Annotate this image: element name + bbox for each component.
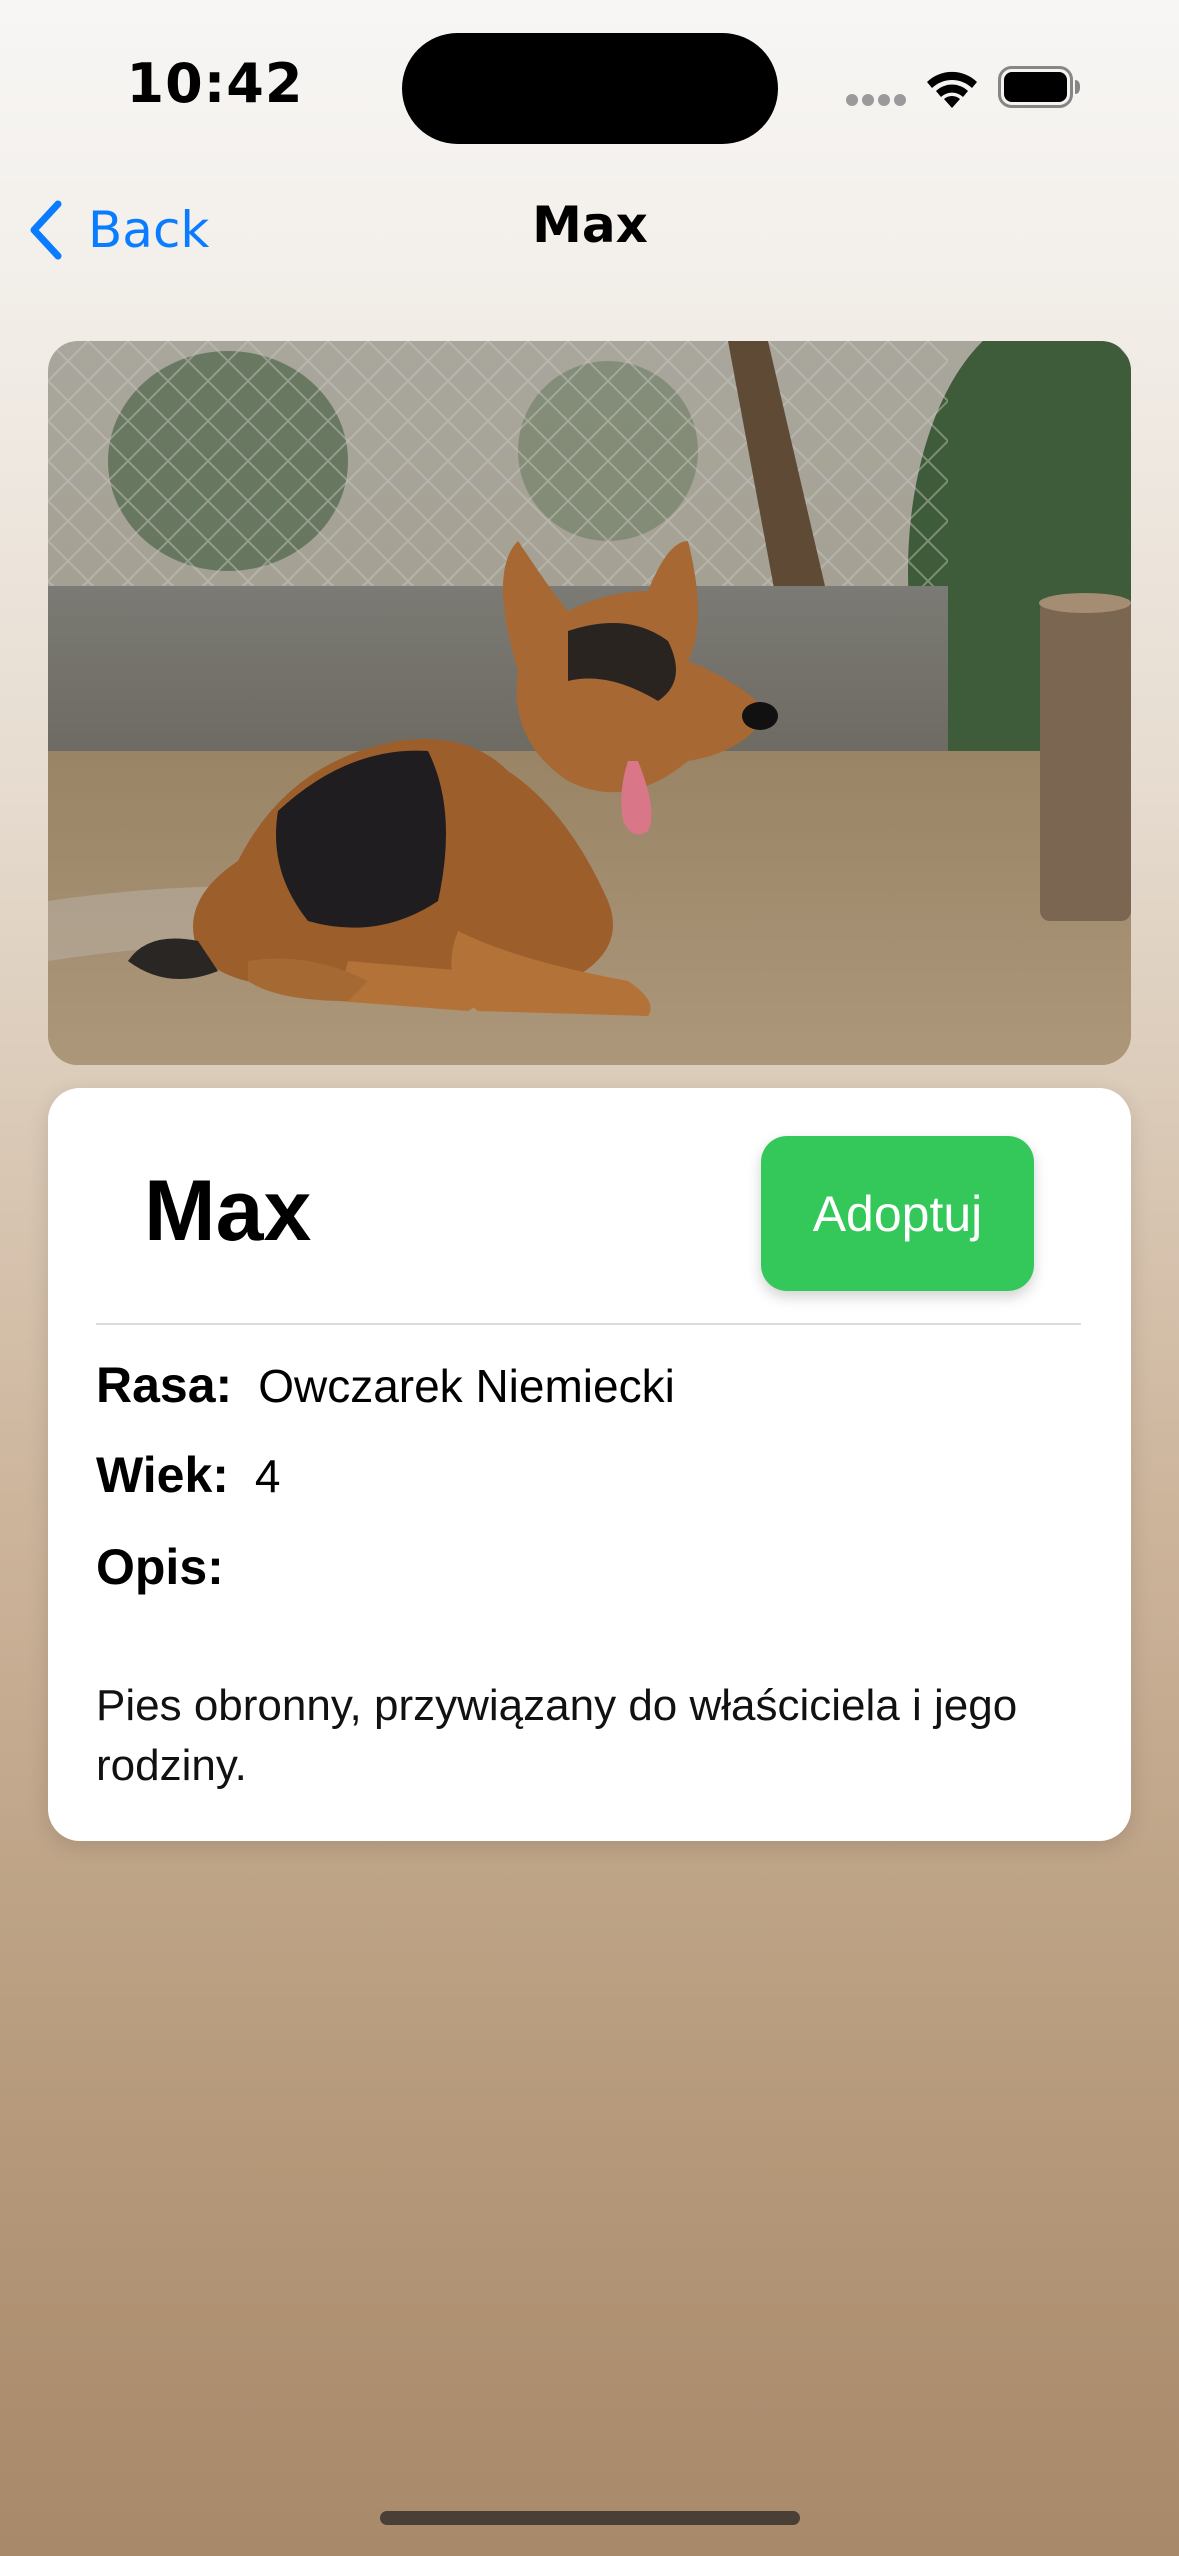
adopt-button[interactable]: Adoptuj (761, 1136, 1034, 1291)
description-text: Pies obronny, przywiązany do właściciela… (96, 1681, 1018, 1790)
navigation-bar: Back Max (0, 180, 1179, 280)
dog-photo-illustration (48, 341, 1131, 1065)
pet-details-card: Max Adoptuj Rasa: Owczarek Niemiecki Wie… (48, 1088, 1131, 1841)
home-indicator[interactable] (380, 2511, 800, 2525)
breed-value: Owczarek Niemiecki (258, 1360, 675, 1412)
back-label: Back (88, 201, 210, 259)
pet-name: Max (144, 1163, 312, 1259)
breed-label: Rasa: (96, 1357, 233, 1413)
back-button[interactable]: Back (26, 194, 209, 266)
description-label: Opis: (96, 1539, 224, 1595)
nav-title: Max (532, 196, 648, 254)
age-label: Wiek: (96, 1447, 229, 1503)
description-row: Opis: (96, 1538, 250, 1598)
dog-photo (48, 341, 1131, 1065)
dynamic-island (402, 33, 778, 144)
signal-icon (846, 94, 908, 108)
age-value: 4 (254, 1450, 281, 1502)
wifi-icon (927, 71, 977, 108)
battery-icon (998, 66, 1080, 108)
breed-row: Rasa: Owczarek Niemiecki (96, 1356, 675, 1416)
chevron-left-icon (30, 200, 62, 260)
age-row: Wiek: 4 (96, 1446, 281, 1506)
divider (96, 1323, 1081, 1325)
status-time: 10:42 (126, 52, 304, 115)
status-bar: 10:42 (0, 0, 1179, 170)
